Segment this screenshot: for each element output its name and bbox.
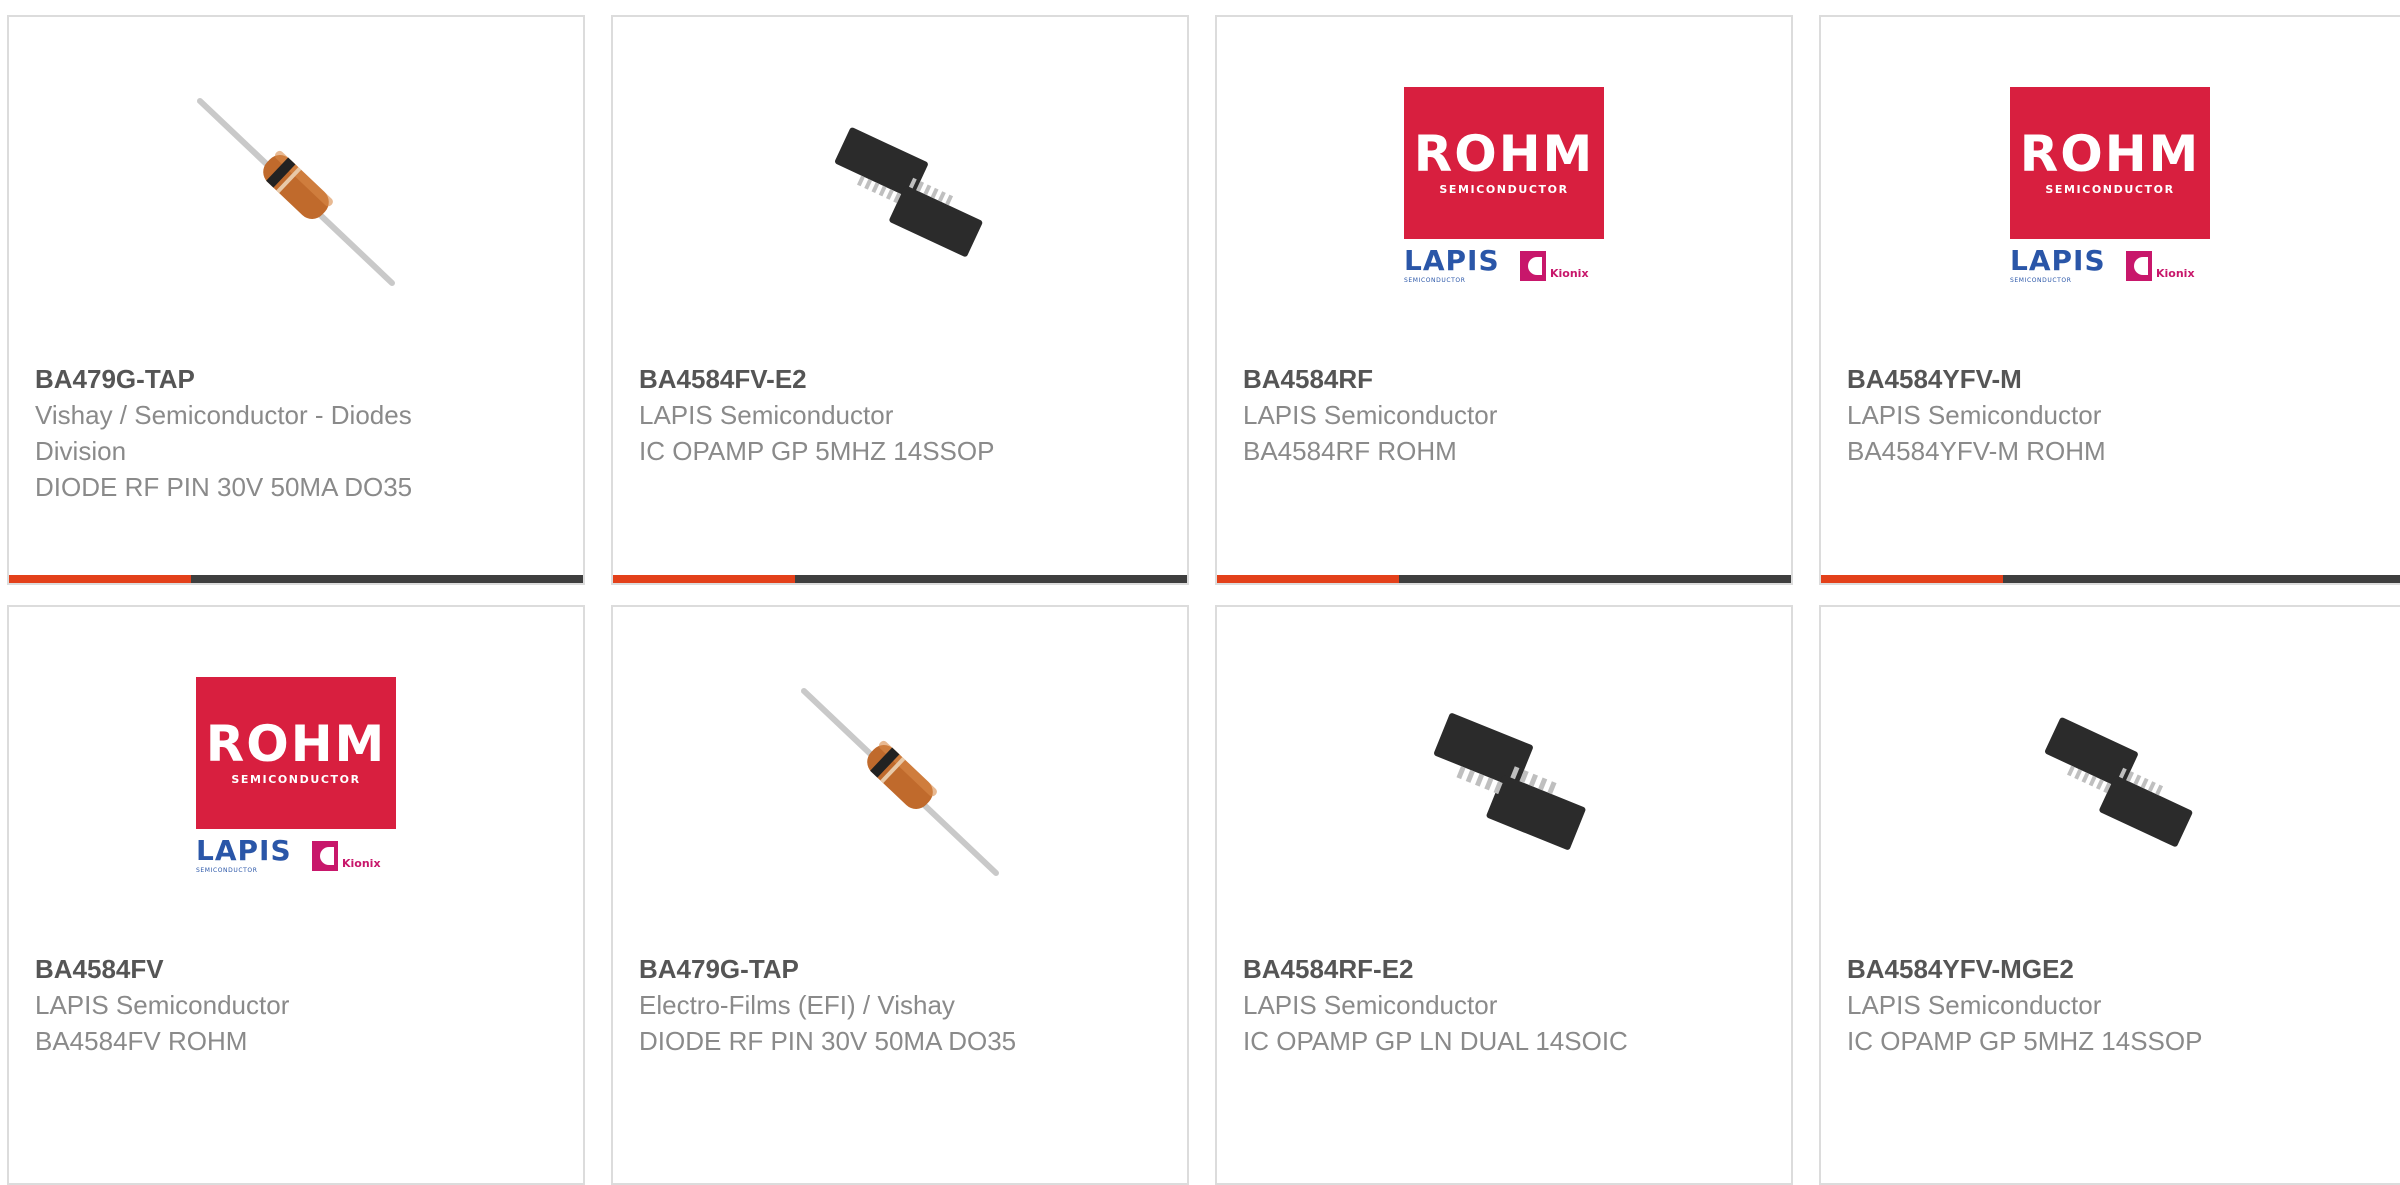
product-card[interactable]: BA4584FV-E2 LAPIS Semiconductor IC OPAMP… bbox=[611, 15, 1189, 585]
card-bottom-bar bbox=[1217, 575, 1791, 583]
product-image[interactable]: ROHM SEMICONDUCTOR LAPIS SEMICONDUCTOR K… bbox=[2010, 87, 2210, 287]
lapis-logo-subtext: SEMICONDUCTOR bbox=[2010, 277, 2072, 284]
product-card[interactable]: ROHM SEMICONDUCTOR LAPIS SEMICONDUCTOR K… bbox=[1819, 15, 2400, 585]
manufacturer: Electro-Films (EFI) / Vishay bbox=[639, 990, 955, 1020]
rohm-logo-subtext: SEMICONDUCTOR bbox=[231, 773, 361, 786]
manufacturer: LAPIS Semiconductor bbox=[1847, 990, 2102, 1020]
part-number[interactable]: BA4584RF-E2 bbox=[1243, 951, 1765, 987]
rohm-logo-subtext: SEMICONDUCTOR bbox=[1439, 183, 1569, 196]
rohm-logo-text: ROHM bbox=[1413, 125, 1595, 183]
card-accent bbox=[9, 575, 191, 583]
part-number[interactable]: BA4584YFV-MGE2 bbox=[1847, 951, 2381, 987]
card-accent bbox=[1821, 575, 2003, 583]
ic-ssop-image bbox=[2045, 717, 2193, 847]
product-image[interactable] bbox=[2010, 677, 2210, 877]
product-image[interactable]: ROHM SEMICONDUCTOR LAPIS SEMICONDUCTOR K… bbox=[196, 677, 396, 877]
card-bottom-bar bbox=[1821, 575, 2400, 583]
product-grid: BA479G-TAP Vishay / Semiconductor - Diod… bbox=[0, 0, 2400, 1185]
diode-do35-image bbox=[801, 688, 999, 876]
description: BA4584FV ROHM bbox=[35, 1026, 248, 1056]
ic-ssop-image bbox=[835, 127, 983, 257]
kionix-logo-text: Kionix bbox=[1550, 267, 1589, 280]
manufacturer: LAPIS Semiconductor bbox=[639, 400, 894, 430]
ic-soic-image bbox=[1434, 713, 1586, 850]
lapis-logo-text: LAPIS bbox=[1404, 244, 1500, 277]
card-accent bbox=[613, 575, 795, 583]
description: IC OPAMP GP LN DUAL 14SOIC bbox=[1243, 1026, 1628, 1056]
product-image[interactable] bbox=[800, 87, 1000, 287]
kionix-logo-icon bbox=[1520, 251, 1546, 281]
manufacturer: LAPIS Semiconductor bbox=[1847, 400, 2102, 430]
product-card[interactable]: BA479G-TAP Vishay / Semiconductor - Diod… bbox=[7, 15, 585, 585]
part-number[interactable]: BA4584YFV-M bbox=[1847, 361, 2381, 397]
part-number[interactable]: BA4584FV-E2 bbox=[639, 361, 1161, 397]
rohm-logo-text: ROHM bbox=[205, 715, 387, 773]
part-number[interactable]: BA479G-TAP bbox=[639, 951, 1161, 987]
rohm-logo-text: ROHM bbox=[2019, 125, 2201, 183]
manufacturer: LAPIS Semiconductor bbox=[1243, 990, 1498, 1020]
product-image[interactable] bbox=[800, 677, 1000, 877]
product-image[interactable] bbox=[196, 87, 396, 287]
part-number[interactable]: BA4584FV bbox=[35, 951, 557, 987]
product-card[interactable]: ROHM SEMICONDUCTOR LAPIS SEMICONDUCTOR K… bbox=[7, 605, 585, 1185]
manufacturer: Vishay / Semiconductor - Diodes Division bbox=[35, 400, 412, 466]
card-accent bbox=[1217, 575, 1399, 583]
kionix-logo-text: Kionix bbox=[2156, 267, 2195, 280]
part-number[interactable]: BA4584RF bbox=[1243, 361, 1765, 397]
description: IC OPAMP GP 5MHZ 14SSOP bbox=[639, 436, 995, 466]
product-image[interactable]: ROHM SEMICONDUCTOR LAPIS SEMICONDUCTOR K… bbox=[1404, 87, 1604, 287]
rohm-logo-image: ROHM SEMICONDUCTOR LAPIS SEMICONDUCTOR K… bbox=[196, 677, 396, 877]
product-card[interactable]: ROHM SEMICONDUCTOR LAPIS SEMICONDUCTOR K… bbox=[1215, 15, 1793, 585]
kionix-logo-text: Kionix bbox=[342, 857, 381, 870]
kionix-logo-icon bbox=[2126, 251, 2152, 281]
part-number[interactable]: BA479G-TAP bbox=[35, 361, 557, 397]
lapis-logo-subtext: SEMICONDUCTOR bbox=[196, 867, 258, 874]
manufacturer: LAPIS Semiconductor bbox=[35, 990, 290, 1020]
description: BA4584YFV-M ROHM bbox=[1847, 436, 2106, 466]
rohm-logo-image: ROHM SEMICONDUCTOR LAPIS SEMICONDUCTOR K… bbox=[1404, 87, 1604, 287]
product-image[interactable] bbox=[1404, 677, 1604, 877]
product-card[interactable]: BA4584RF-E2 LAPIS Semiconductor IC OPAMP… bbox=[1215, 605, 1793, 1185]
card-bottom-bar bbox=[613, 575, 1187, 583]
description: IC OPAMP GP 5MHZ 14SSOP bbox=[1847, 1026, 2203, 1056]
description: DIODE RF PIN 30V 50MA DO35 bbox=[35, 472, 413, 502]
lapis-logo-text: LAPIS bbox=[196, 834, 292, 867]
description: DIODE RF PIN 30V 50MA DO35 bbox=[639, 1026, 1017, 1056]
rohm-logo-subtext: SEMICONDUCTOR bbox=[2045, 183, 2175, 196]
product-card[interactable]: BA4584YFV-MGE2 LAPIS Semiconductor IC OP… bbox=[1819, 605, 2400, 1185]
kionix-logo-icon bbox=[312, 841, 338, 871]
lapis-logo-subtext: SEMICONDUCTOR bbox=[1404, 277, 1466, 284]
rohm-logo-image: ROHM SEMICONDUCTOR LAPIS SEMICONDUCTOR K… bbox=[2010, 87, 2210, 287]
card-bottom-bar bbox=[9, 575, 583, 583]
diode-do35-image bbox=[197, 98, 395, 286]
lapis-logo-text: LAPIS bbox=[2010, 244, 2106, 277]
manufacturer: LAPIS Semiconductor bbox=[1243, 400, 1498, 430]
product-card[interactable]: BA479G-TAP Electro-Films (EFI) / Vishay … bbox=[611, 605, 1189, 1185]
description: BA4584RF ROHM bbox=[1243, 436, 1457, 466]
